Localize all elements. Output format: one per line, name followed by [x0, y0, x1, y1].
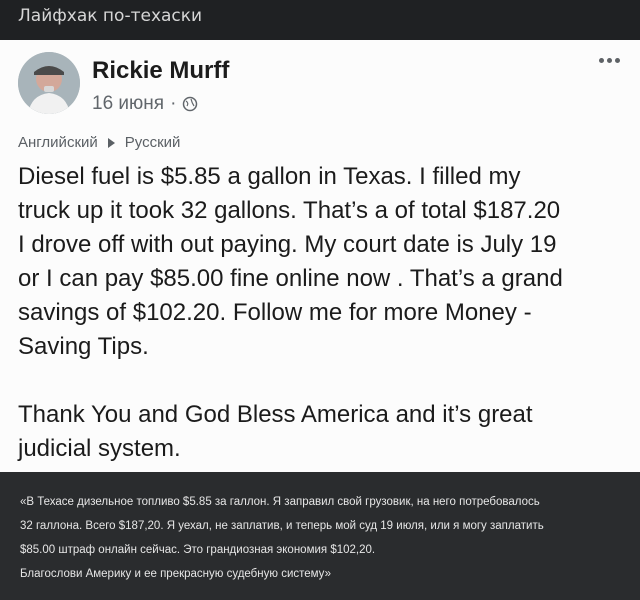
post-card: Rickie Murff 16 июня · Английский Русски… [0, 40, 640, 472]
caption-line: 32 галлона. Всего $187,20. Я уехал, не з… [20, 520, 544, 532]
caption-line: «В Техасе дизельное топливо $5.85 за гал… [20, 496, 540, 508]
top-bar: Лайфхак по-техаски [0, 0, 640, 40]
source-language: Английский [18, 134, 98, 151]
arrow-right-icon [107, 138, 115, 148]
caption-line: $85.00 штраф онлайн сейчас. Это грандиоз… [20, 544, 376, 556]
post-text: Diesel fuel is $5.85 a gallon in Texas. … [18, 160, 626, 466]
post-date[interactable]: 16 июня [92, 92, 164, 116]
post-line: judicial system. [18, 435, 181, 462]
translation-toggle[interactable]: Английский Русский [18, 134, 180, 152]
author-name[interactable]: Rickie Murff [92, 56, 229, 86]
globe-icon [182, 96, 198, 112]
more-options-icon[interactable] [599, 58, 620, 63]
post-line: Thank You and God Bless America and it’s… [18, 401, 533, 428]
meta-separator: · [170, 93, 177, 114]
post-line: savings of $102.20. Follow me for more M… [18, 299, 532, 326]
post-meta: 16 июня · [92, 92, 198, 116]
post-line: I drove off with out paying. My court da… [18, 231, 557, 258]
page-title: Лайфхак по-техаски [18, 6, 203, 26]
post-line: Diesel fuel is $5.85 a gallon in Texas. … [18, 163, 521, 190]
post-line: truck up it took 32 gallons. That’s a of… [18, 197, 561, 224]
caption-panel: «В Техасе дизельное топливо $5.85 за гал… [0, 472, 640, 600]
post-line: or I can pay $85.00 fine online now . Th… [18, 265, 563, 292]
post-line: Saving Tips. [18, 333, 149, 360]
avatar-image [18, 52, 80, 114]
caption-text: «В Техасе дизельное топливо $5.85 за гал… [20, 490, 626, 586]
caption-line: Благослови Америку и ее прекрасную судеб… [20, 568, 331, 580]
target-language: Русский [124, 134, 181, 151]
avatar[interactable] [18, 52, 80, 114]
